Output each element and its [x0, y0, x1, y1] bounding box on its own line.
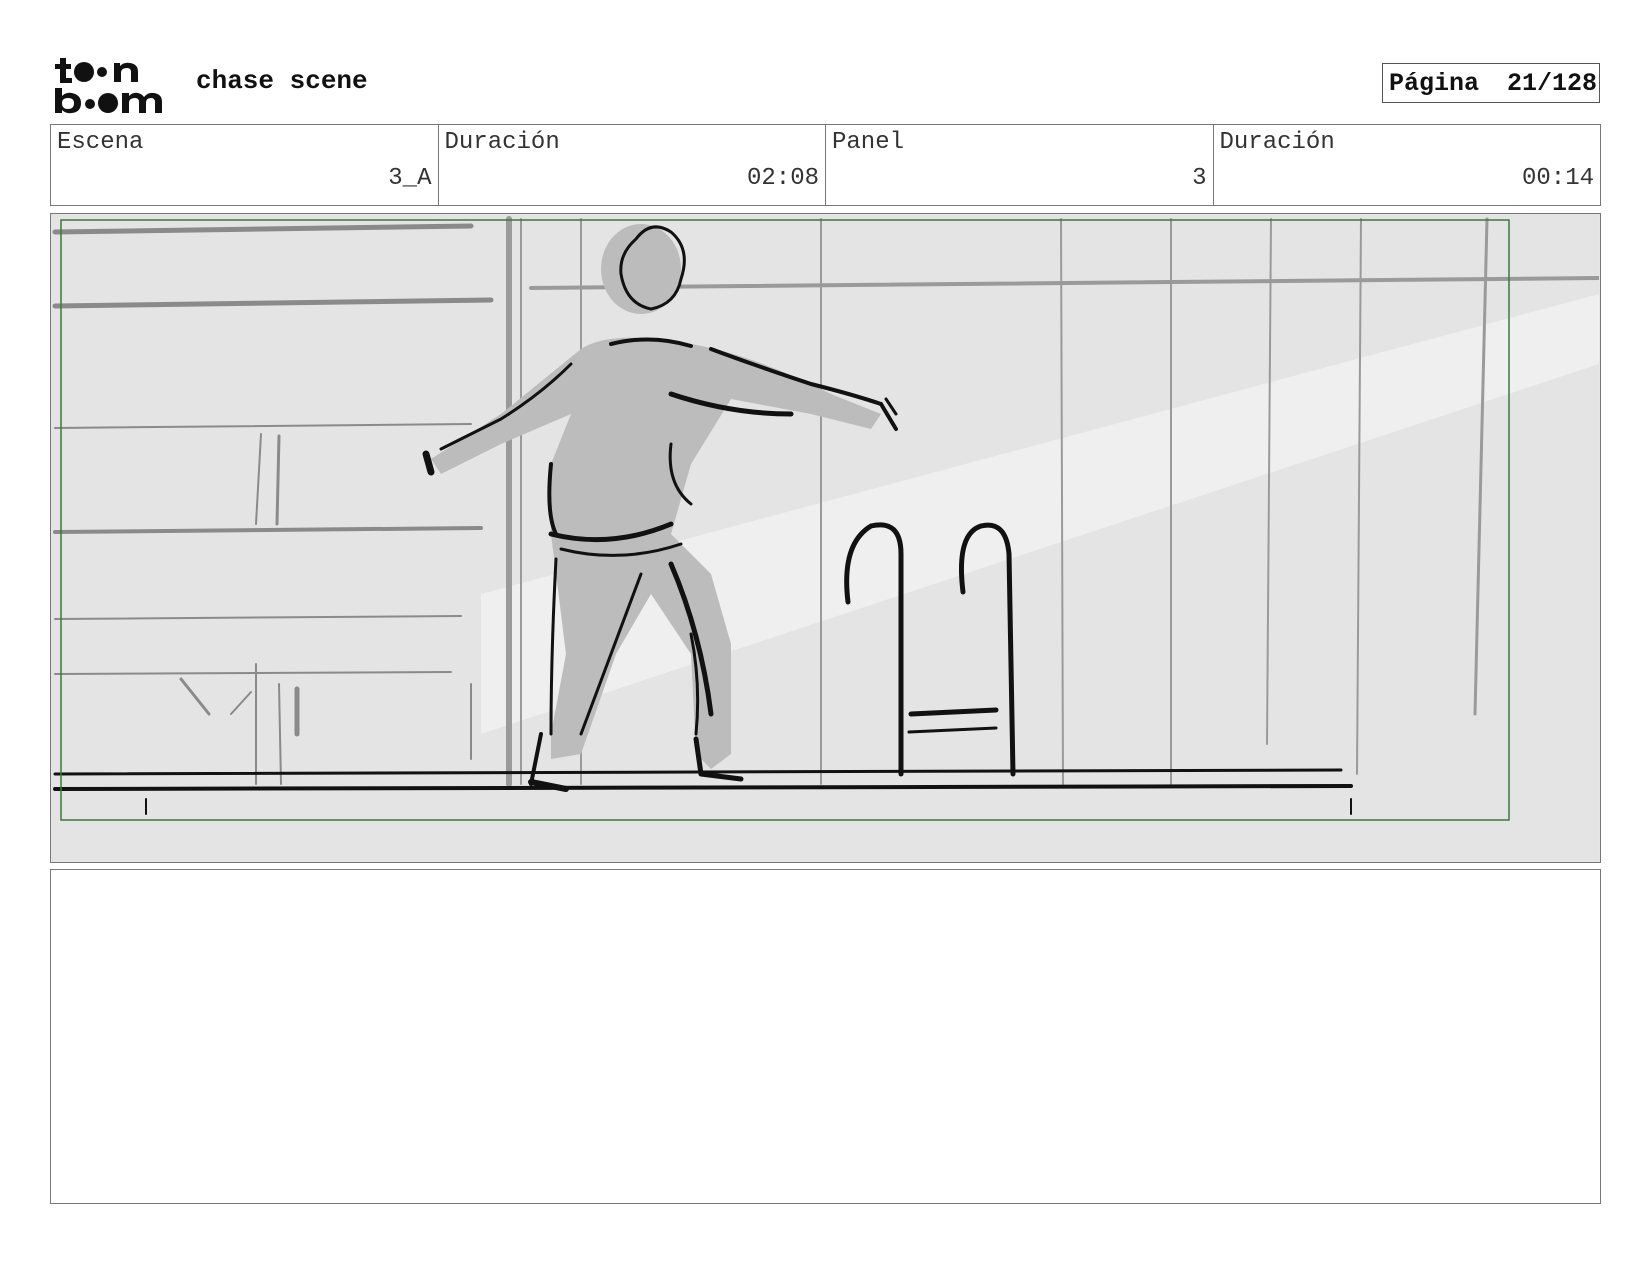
- scene-duration-value: 02:08: [746, 165, 819, 192]
- toonboom-logo: [55, 58, 162, 114]
- panel-duration-label: Duración: [1219, 129, 1335, 156]
- project-title: chase scene: [196, 66, 368, 96]
- scene-cell: Escena 3_A: [51, 125, 439, 205]
- panel-sketch: [51, 214, 1599, 861]
- panel-cell: Panel 3: [826, 125, 1214, 205]
- scene-duration-label: Duración: [444, 129, 560, 156]
- panel-value: 3: [1192, 165, 1207, 192]
- storyboard-panel[interactable]: [50, 213, 1601, 863]
- page-indicator: Página 21/128: [1382, 63, 1600, 103]
- panel-duration-value: 00:14: [1521, 165, 1594, 192]
- panel-label: Panel: [832, 129, 905, 156]
- page-label: Página: [1389, 68, 1480, 98]
- panel-duration-cell: Duración 00:14: [1214, 125, 1601, 205]
- scene-label: Escena: [57, 129, 144, 156]
- panel-info-row: Escena 3_A Duración 02:08 Panel 3 Duraci…: [50, 124, 1601, 206]
- scene-duration-cell: Duración 02:08: [439, 125, 826, 205]
- panel-notes-area[interactable]: [50, 869, 1601, 1204]
- page-number: 21/128: [1507, 68, 1598, 98]
- scene-value: 3_A: [388, 165, 432, 192]
